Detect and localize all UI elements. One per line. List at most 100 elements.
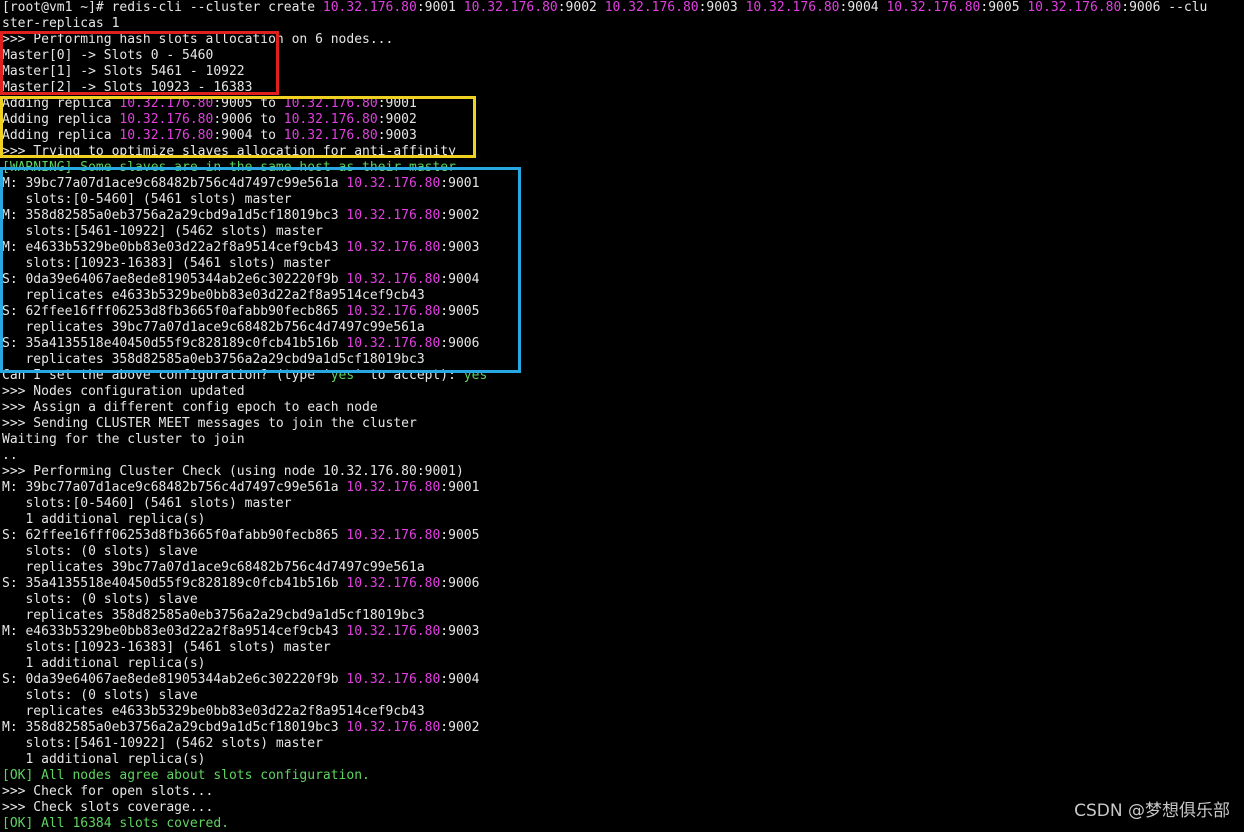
terminal-line: slots: (0 slots) slave xyxy=(2,592,1242,608)
terminal-line: S: 0da39e64067ae8ede81905344ab2e6c302220… xyxy=(2,272,1242,288)
terminal-text: Adding replica xyxy=(2,112,120,127)
ip-address: 10.32.176.80 xyxy=(346,528,441,543)
terminal-line: 1 additional replica(s) xyxy=(2,752,1242,768)
terminal-line: Adding replica 10.32.176.80:9005 to 10.3… xyxy=(2,96,1242,112)
terminal-line: Adding replica 10.32.176.80:9004 to 10.3… xyxy=(2,128,1242,144)
terminal-text: >>> Performing hash slots allocation on … xyxy=(2,32,394,47)
terminal-line: [root@vm1 ~]# redis-cli --cluster create… xyxy=(2,0,1242,16)
terminal-text: S: 35a4135518e40450d55f9c828189c0fcb41b5… xyxy=(2,576,347,591)
terminal-text: ster-replicas 1 xyxy=(2,16,120,31)
terminal-text: slots:[10923-16383] (5461 slots) master xyxy=(2,256,331,271)
terminal-text: S: 62ffee16fff06253d8fb3665f0afabb90fecb… xyxy=(2,304,347,319)
terminal-line: slots:[5461-10922] (5462 slots) master xyxy=(2,736,1242,752)
terminal-text: M: 39bc77a07d1ace9c68482b756c4d7497c99e5… xyxy=(2,176,347,191)
terminal-line: M: 358d82585a0eb3756a2a29cbd9a1d5cf18019… xyxy=(2,208,1242,224)
ip-address: 10.32.176.80 xyxy=(322,0,417,15)
terminal-line: [WARNING] Some slaves are in the same ho… xyxy=(2,160,1242,176)
terminal-text: :9001 xyxy=(440,176,480,191)
terminal-text: Waiting for the cluster to join xyxy=(2,432,245,447)
terminal-text: :9003 xyxy=(377,128,417,143)
terminal-line: slots:[0-5460] (5461 slots) master xyxy=(2,192,1242,208)
ip-address: 10.32.176.80 xyxy=(346,624,441,639)
terminal-text: :9006 xyxy=(440,336,480,351)
terminal-text: Adding replica xyxy=(2,128,120,143)
terminal-text: [WARNING] Some slaves are in the same ho… xyxy=(2,160,456,175)
terminal-text: replicates e4633b5329be0bb83e03d22a2f8a9… xyxy=(2,704,425,719)
terminal-text: :9004 xyxy=(440,672,480,687)
ip-address: 10.32.176.80 xyxy=(886,0,981,15)
terminal-text: 1 additional replica(s) xyxy=(2,512,206,527)
ip-address: 10.32.176.80 xyxy=(346,336,441,351)
terminal-text: slots: (0 slots) slave xyxy=(2,592,198,607)
terminal-text: :9005 xyxy=(980,0,1028,15)
terminal-line: >>> Check slots coverage... xyxy=(2,800,1242,816)
terminal-line: ster-replicas 1 xyxy=(2,16,1242,32)
terminal-line: Waiting for the cluster to join xyxy=(2,432,1242,448)
terminal-text: slots:[5461-10922] (5462 slots) master xyxy=(2,224,323,239)
terminal-line: >>> Sending CLUSTER MEET messages to joi… xyxy=(2,416,1242,432)
terminal-text: ' to accept): xyxy=(354,368,464,383)
ip-address: 10.32.176.80 xyxy=(745,0,840,15)
terminal-text: :9001 xyxy=(416,0,464,15)
terminal-text: :9002 xyxy=(440,208,480,223)
terminal-text: :9004 xyxy=(440,272,480,287)
terminal-line: replicates e4633b5329be0bb83e03d22a2f8a9… xyxy=(2,288,1242,304)
terminal-line: Master[2] -> Slots 10923 - 16383 xyxy=(2,80,1242,96)
terminal-line: slots:[5461-10922] (5462 slots) master xyxy=(2,224,1242,240)
terminal-line: replicates 39bc77a07d1ace9c68482b756c4d7… xyxy=(2,320,1242,336)
terminal-text: slots:[0-5460] (5461 slots) master xyxy=(2,192,292,207)
terminal-text: slots: (0 slots) slave xyxy=(2,544,198,559)
terminal-text: S: 35a4135518e40450d55f9c828189c0fcb41b5… xyxy=(2,336,347,351)
terminal-text: slots:[10923-16383] (5461 slots) master xyxy=(2,640,331,655)
terminal-text: M: 39bc77a07d1ace9c68482b756c4d7497c99e5… xyxy=(2,480,347,495)
terminal-text: replicates e4633b5329be0bb83e03d22a2f8a9… xyxy=(2,288,425,303)
terminal-text: S: 0da39e64067ae8ede81905344ab2e6c302220… xyxy=(2,672,347,687)
terminal-text: replicates 358d82585a0eb3756a2a29cbd9a1d… xyxy=(2,608,425,623)
terminal-line: replicates 358d82585a0eb3756a2a29cbd9a1d… xyxy=(2,352,1242,368)
terminal-text: M: 358d82585a0eb3756a2a29cbd9a1d5cf18019… xyxy=(2,208,347,223)
terminal-text: 1 additional replica(s) xyxy=(2,656,206,671)
terminal-line: M: 39bc77a07d1ace9c68482b756c4d7497c99e5… xyxy=(2,176,1242,192)
watermark: CSDN @梦想俱乐部 xyxy=(1074,801,1230,821)
terminal-line: [OK] All 16384 slots covered. xyxy=(2,816,1242,832)
ip-address: 10.32.176.80 xyxy=(604,0,699,15)
terminal-line: replicates 358d82585a0eb3756a2a29cbd9a1d… xyxy=(2,608,1242,624)
ip-address: 10.32.176.80 xyxy=(283,96,378,111)
terminal-text: [OK] All 16384 slots covered. xyxy=(2,816,229,831)
terminal-text: Master[1] -> Slots 5461 - 10922 xyxy=(2,64,245,79)
terminal-line: slots:[0-5460] (5461 slots) master xyxy=(2,496,1242,512)
terminal-text: :9002 xyxy=(557,0,605,15)
ip-address: 10.32.176.80 xyxy=(346,672,441,687)
terminal-line: S: 62ffee16fff06253d8fb3665f0afabb90fecb… xyxy=(2,528,1242,544)
terminal-text: 1 additional replica(s) xyxy=(2,752,206,767)
terminal-text: Master[0] -> Slots 0 - 5460 xyxy=(2,48,214,63)
terminal-line: Adding replica 10.32.176.80:9006 to 10.3… xyxy=(2,112,1242,128)
terminal-text: [root@vm1 ~]# redis-cli --cluster create xyxy=(2,0,323,15)
terminal-line: >>> Trying to optimize slaves allocation… xyxy=(2,144,1242,160)
terminal-line: Master[0] -> Slots 0 - 5460 xyxy=(2,48,1242,64)
ip-address: 10.32.176.80 xyxy=(346,576,441,591)
terminal-text: :9005 to xyxy=(213,96,284,111)
terminal-text: Adding replica xyxy=(2,96,120,111)
terminal-line: .. xyxy=(2,448,1242,464)
terminal-line: S: 35a4135518e40450d55f9c828189c0fcb41b5… xyxy=(2,336,1242,352)
terminal-line: replicates 39bc77a07d1ace9c68482b756c4d7… xyxy=(2,560,1242,576)
terminal-output[interactable]: [root@vm1 ~]# redis-cli --cluster create… xyxy=(2,0,1242,832)
ip-address: 10.32.176.80 xyxy=(119,112,214,127)
ip-address: 10.32.176.80 xyxy=(463,0,558,15)
ip-address: 10.32.176.80 xyxy=(346,176,441,191)
terminal-text: >>> Trying to optimize slaves allocation… xyxy=(2,144,456,159)
terminal-line: slots: (0 slots) slave xyxy=(2,688,1242,704)
terminal-text: >>> Performing Cluster Check (using node… xyxy=(2,464,464,479)
ip-address: 10.32.176.80 xyxy=(346,272,441,287)
terminal-line: replicates e4633b5329be0bb83e03d22a2f8a9… xyxy=(2,704,1242,720)
ip-address: 10.32.176.80 xyxy=(346,240,441,255)
terminal-text: M: e4633b5329be0bb83e03d22a2f8a9514cef9c… xyxy=(2,624,347,639)
terminal-line: M: 358d82585a0eb3756a2a29cbd9a1d5cf18019… xyxy=(2,720,1242,736)
terminal-text: Can I set the above configuration? (type… xyxy=(2,368,331,383)
terminal-text: :9003 xyxy=(440,624,480,639)
terminal-text: :9002 xyxy=(440,720,480,735)
terminal-line: slots:[10923-16383] (5461 slots) master xyxy=(2,640,1242,656)
terminal-text: :9005 xyxy=(440,528,480,543)
ip-address: 10.32.176.80 xyxy=(346,720,441,735)
